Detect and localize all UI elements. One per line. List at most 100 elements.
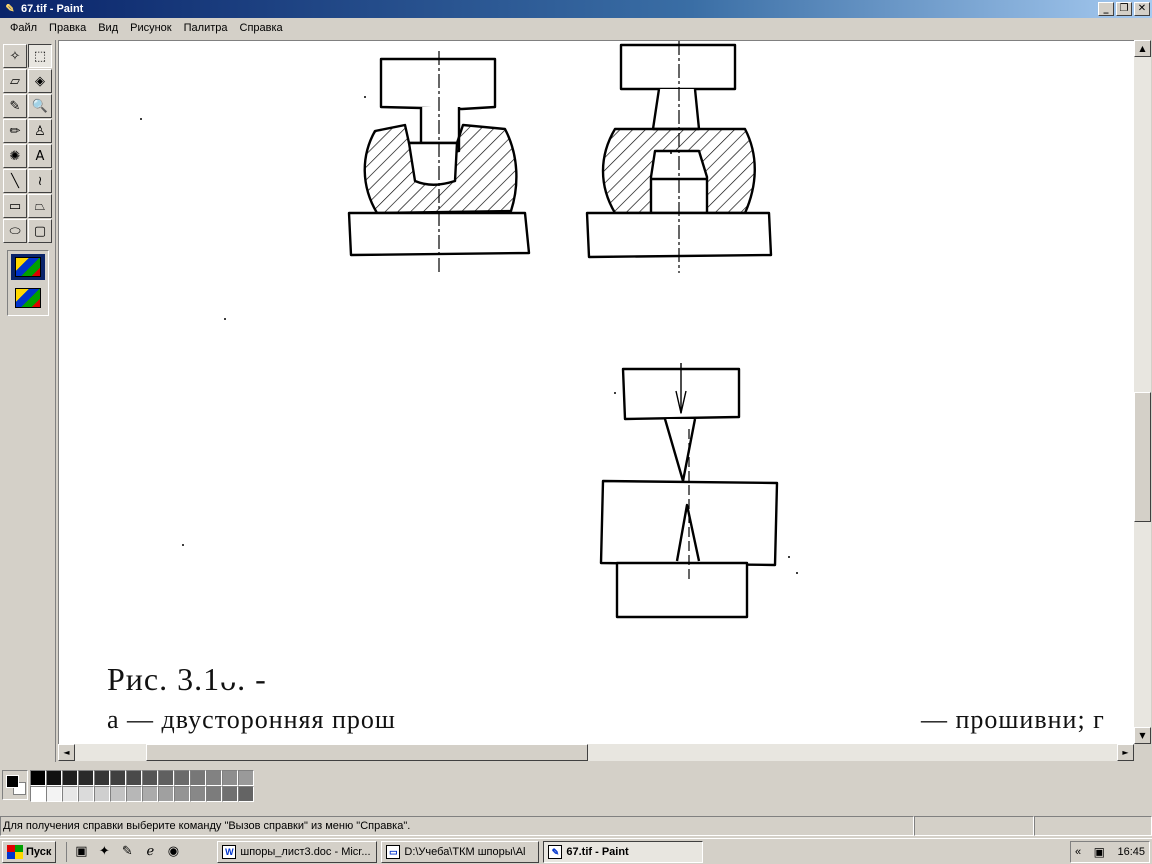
palette-swatch[interactable] xyxy=(94,786,110,802)
winamp-icon[interactable]: ✦ xyxy=(94,842,114,862)
status-size xyxy=(1034,816,1152,836)
taskbar-button[interactable]: Wшпоры_лист3.doc - Micr... xyxy=(217,840,378,863)
airbrush-tool[interactable]: ✺ xyxy=(3,144,27,168)
menu-image[interactable]: Рисунок xyxy=(124,22,178,34)
palette-swatch[interactable] xyxy=(62,786,78,802)
vertical-scrollbar[interactable]: ▲ ▼ xyxy=(1134,40,1151,744)
palette-swatch[interactable] xyxy=(78,770,94,786)
taskbar: Пуск ▣ ✦ ✎ ℯ ◉ Wшпоры_лист3.doc - Micr... ▭ D:… xyxy=(0,838,1152,864)
desktop-icon[interactable]: ▣ xyxy=(71,842,91,862)
foreground-color[interactable] xyxy=(6,775,19,788)
window-title: 67.tif - Paint xyxy=(21,3,84,15)
rounded-rect-tool[interactable]: ▢ xyxy=(28,219,52,243)
taskbar-button[interactable]: ✎ 67.tif - Paint xyxy=(543,840,704,863)
close-button[interactable]: ✕ xyxy=(1134,2,1150,16)
palette-swatch[interactable] xyxy=(174,770,190,786)
text-icon: A xyxy=(35,148,45,164)
ie-icon[interactable]: ℯ xyxy=(140,842,160,862)
menu-file[interactable]: Файл xyxy=(4,22,43,34)
curve-tool[interactable]: ≀ xyxy=(28,169,52,193)
horizontal-scrollbar[interactable]: ◄ ► xyxy=(58,744,1134,761)
current-colors[interactable] xyxy=(2,770,28,800)
title-bar: ✎ 67.tif - Paint _ ❐ ✕ xyxy=(0,0,1152,18)
transparent-option[interactable] xyxy=(11,285,45,311)
palette-swatch[interactable] xyxy=(142,786,158,802)
free-select-tool[interactable]: ✧ xyxy=(3,44,27,68)
scroll-right-button[interactable]: ► xyxy=(1117,744,1134,761)
magnifier-tool[interactable]: 🔍 xyxy=(28,94,52,118)
palette-swatch[interactable] xyxy=(142,770,158,786)
fill-icon: ◈ xyxy=(35,73,45,89)
palette-swatch[interactable] xyxy=(30,770,46,786)
brush-tool[interactable]: ♙ xyxy=(28,119,52,143)
taskbar-app-icon: ✎ xyxy=(548,844,563,859)
paint-app-icon: ✎ xyxy=(5,3,15,15)
palette-swatch[interactable] xyxy=(222,786,238,802)
fill-tool[interactable]: ◈ xyxy=(28,69,52,93)
menu-help[interactable]: Справка xyxy=(234,22,289,34)
palette-swatch[interactable] xyxy=(222,770,238,786)
system-tray: « ▣ 16:45 xyxy=(1070,841,1150,863)
polygon-tool[interactable]: ⏢ xyxy=(28,194,52,218)
horizontal-scroll-thumb[interactable] xyxy=(146,744,588,761)
palette-swatch[interactable] xyxy=(110,786,126,802)
palette-swatch[interactable] xyxy=(190,770,206,786)
palette-swatch[interactable] xyxy=(62,770,78,786)
line-icon: ╲ xyxy=(11,173,19,189)
status-bar: Для получения справки выберите команду "… xyxy=(0,816,1152,836)
palette-swatch[interactable] xyxy=(126,770,142,786)
palette-swatch[interactable] xyxy=(174,786,190,802)
menu-colors[interactable]: Палитра xyxy=(178,22,234,34)
palette-swatch[interactable] xyxy=(78,786,94,802)
toolbox: ✧ ⬚ ▱ ◈ ✎ 🔍 ✏ ♙ ✺ A ╲ ≀ ▭ ⏢ ⬭ ▢ xyxy=(0,40,56,762)
maximize-button[interactable]: ❐ xyxy=(1116,2,1132,16)
rectangle-tool[interactable]: ▭ xyxy=(3,194,27,218)
line-tool[interactable]: ╲ xyxy=(3,169,27,193)
tool-grid: ✧ ⬚ ▱ ◈ ✎ 🔍 ✏ ♙ ✺ A ╲ ≀ ▭ ⏢ ⬭ ▢ xyxy=(3,44,53,244)
tray-expand-icon[interactable]: « xyxy=(1075,846,1081,858)
palette-swatch[interactable] xyxy=(46,786,62,802)
palette-swatch[interactable] xyxy=(30,786,46,802)
player-icon[interactable]: ◉ xyxy=(163,842,183,862)
eraser-tool[interactable]: ▱ xyxy=(3,69,27,93)
drawing-canvas[interactable]: Рис. 3.1ᴗ. - a — двусторонняя прош — про… xyxy=(58,40,1134,744)
network-icon[interactable]: ▣ xyxy=(1094,845,1105,859)
taskbar-button-label: D:\Учеба\ТКМ шпоры\Al xyxy=(404,845,526,858)
palette-swatch[interactable] xyxy=(206,786,222,802)
palette-swatch[interactable] xyxy=(94,770,110,786)
text-tool[interactable]: A xyxy=(28,144,52,168)
scroll-up-button[interactable]: ▲ xyxy=(1134,40,1151,57)
palette-swatch[interactable] xyxy=(238,786,254,802)
palette-swatch[interactable] xyxy=(158,770,174,786)
paint-window: ✎ 67.tif - Paint _ ❐ ✕ Файл Правка Вид Р… xyxy=(0,0,1152,864)
scroll-corner xyxy=(1134,744,1151,761)
status-coordinates xyxy=(914,816,1034,836)
palette-swatch[interactable] xyxy=(46,770,62,786)
palette-swatch[interactable] xyxy=(126,786,142,802)
scroll-left-button[interactable]: ◄ xyxy=(58,744,75,761)
palette-swatch[interactable] xyxy=(190,786,206,802)
palette-swatch[interactable] xyxy=(206,770,222,786)
taskbar-button[interactable]: ▭ D:\Учеба\ТКМ шпоры\Al xyxy=(381,840,540,863)
brush-icon: ♙ xyxy=(34,123,46,139)
ellipse-tool[interactable]: ⬭ xyxy=(3,219,27,243)
minimize-button[interactable]: _ xyxy=(1098,2,1114,16)
taskbar-app-icon: ▭ xyxy=(386,844,401,859)
ellipse-icon: ⬭ xyxy=(9,223,21,239)
menu-edit[interactable]: Правка xyxy=(43,22,92,34)
palette-swatch[interactable] xyxy=(238,770,254,786)
pencil-tool[interactable]: ✏ xyxy=(3,119,27,143)
pencil-app-icon[interactable]: ✎ xyxy=(117,842,137,862)
palette-swatch[interactable] xyxy=(110,770,126,786)
palette-swatch[interactable] xyxy=(158,786,174,802)
opaque-option[interactable] xyxy=(11,254,45,280)
start-button[interactable]: Пуск xyxy=(2,840,57,863)
pick-color-tool[interactable]: ✎ xyxy=(3,94,27,118)
vertical-scroll-thumb[interactable] xyxy=(1134,392,1151,522)
taskbar-button-label: 67.tif - Paint xyxy=(566,845,629,858)
taskbar-button-label: шпоры_лист3.doc - Micr... xyxy=(240,845,371,858)
figure-caption-line3: а — штамповке в пол xyxy=(107,735,402,744)
menu-view[interactable]: Вид xyxy=(92,22,124,34)
rect-select-tool[interactable]: ⬚ xyxy=(28,44,52,68)
scroll-down-button[interactable]: ▼ xyxy=(1134,727,1151,744)
